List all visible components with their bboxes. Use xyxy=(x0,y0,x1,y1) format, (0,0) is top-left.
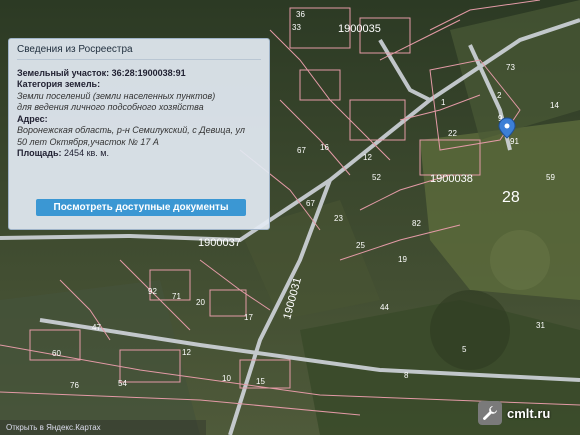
parcel-number-label: 92 xyxy=(148,287,157,296)
area-row: Площадь: 2454 кв. м. xyxy=(17,148,261,160)
rosreestr-info-panel: Сведения из Росреестра Земельный участок… xyxy=(8,38,270,230)
parcel-number-label: 33 xyxy=(292,23,301,32)
open-in-yandex-link[interactable]: Открыть в Яндекс.Картах xyxy=(0,420,206,435)
area-value: 2454 кв. м. xyxy=(64,148,109,158)
quarter-label: 1900035 xyxy=(338,23,381,35)
parcel-number-label: 15 xyxy=(256,377,265,386)
area-label: Площадь: xyxy=(17,148,62,158)
parcel-number-label: 5 xyxy=(462,345,467,354)
land-use-value: для ведения личного подсобного хозяйства xyxy=(17,102,204,112)
parcel-number-label: 12 xyxy=(182,348,191,357)
parcel-number-label: 16 xyxy=(320,143,329,152)
parcel-number-label: 22 xyxy=(448,129,457,138)
parcel-number-label: 59 xyxy=(546,173,555,182)
parcel-number-label: 60 xyxy=(52,349,61,358)
parcel-number-label: 76 xyxy=(70,381,79,390)
parcel-number-label: 47 xyxy=(92,323,101,332)
parcel-number-label: 19 xyxy=(398,255,407,264)
address-line-2: 50 лет Октября,участок № 17 А xyxy=(17,136,159,147)
parcel-number-label: 12 xyxy=(363,153,372,162)
parcel-number-label: 67 xyxy=(297,146,306,155)
title-divider xyxy=(17,58,261,60)
parcel-number-label: 17 xyxy=(244,313,253,322)
parcel-number-label: 20 xyxy=(196,298,205,307)
watermark-text: cmlt.ru xyxy=(507,405,551,421)
parcel-number-label: 54 xyxy=(118,379,127,388)
address-line-1: Воронежская область, р-н Семилукский, с … xyxy=(17,125,246,135)
parcel-number-label: 44 xyxy=(380,303,389,312)
parcel-number-label: 52 xyxy=(372,173,381,182)
quarter-label: 1900038 xyxy=(430,173,473,185)
parcel-number-label: 91 xyxy=(510,137,519,146)
parcel-number-label: 36 xyxy=(296,10,305,19)
parcel-number-label: 2 xyxy=(497,91,502,100)
parcel-number-label: 31 xyxy=(536,321,545,330)
zone-label: 28 xyxy=(502,189,520,206)
parcel-number-label: 8 xyxy=(404,371,409,380)
parcel-number-label: 82 xyxy=(412,219,421,228)
parcel-number-label: 1 xyxy=(441,98,446,107)
parcel-number-label: 23 xyxy=(334,214,343,223)
watermark: cmlt.ru xyxy=(478,398,574,428)
parcel-number-label: 10 xyxy=(222,374,231,383)
address-label: Адрес: xyxy=(17,113,48,124)
parcel-number-label: 71 xyxy=(172,292,181,301)
wrench-icon xyxy=(478,401,502,425)
parcel-number-label: 14 xyxy=(550,101,559,110)
land-category-value: Земли поселений (земли населенных пункто… xyxy=(17,90,216,101)
parcel-number-label: 67 xyxy=(306,199,315,208)
parcel-number-label: 25 xyxy=(356,241,365,250)
quarter-label: 1900037 xyxy=(198,237,241,249)
panel-title: Сведения из Росреестра xyxy=(17,44,133,55)
view-documents-button[interactable]: Посмотреть доступные документы xyxy=(36,199,246,216)
parcel-number-label: 73 xyxy=(506,63,515,72)
parcel-number: Земельный участок: 36:28:1900038:91 xyxy=(17,67,186,78)
land-category-label: Категория земель: xyxy=(17,79,101,89)
